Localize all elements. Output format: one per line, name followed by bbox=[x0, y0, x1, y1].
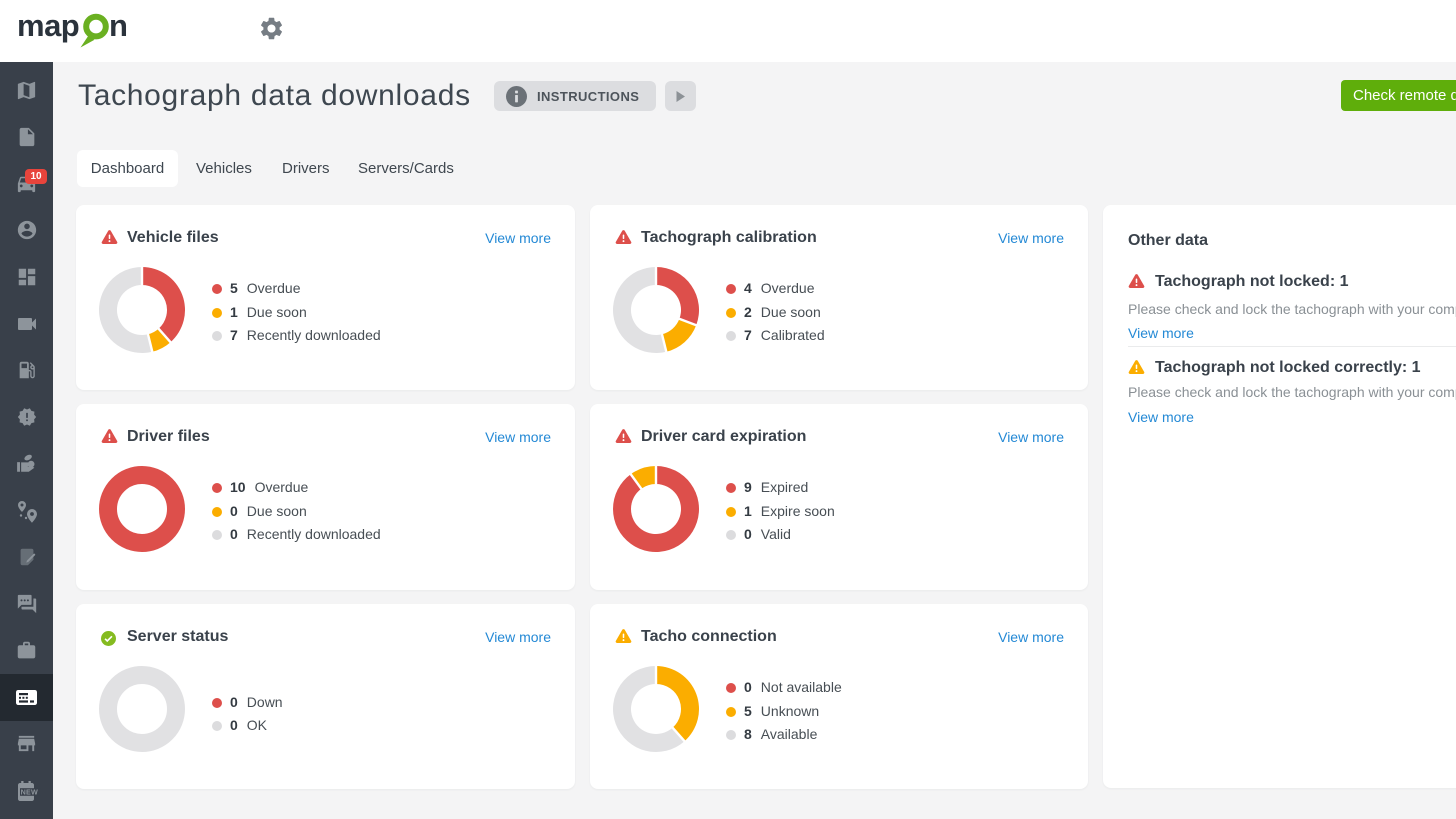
svg-text:NEW: NEW bbox=[21, 787, 38, 796]
svg-text:map: map bbox=[17, 8, 79, 43]
svg-text:n: n bbox=[109, 8, 128, 43]
